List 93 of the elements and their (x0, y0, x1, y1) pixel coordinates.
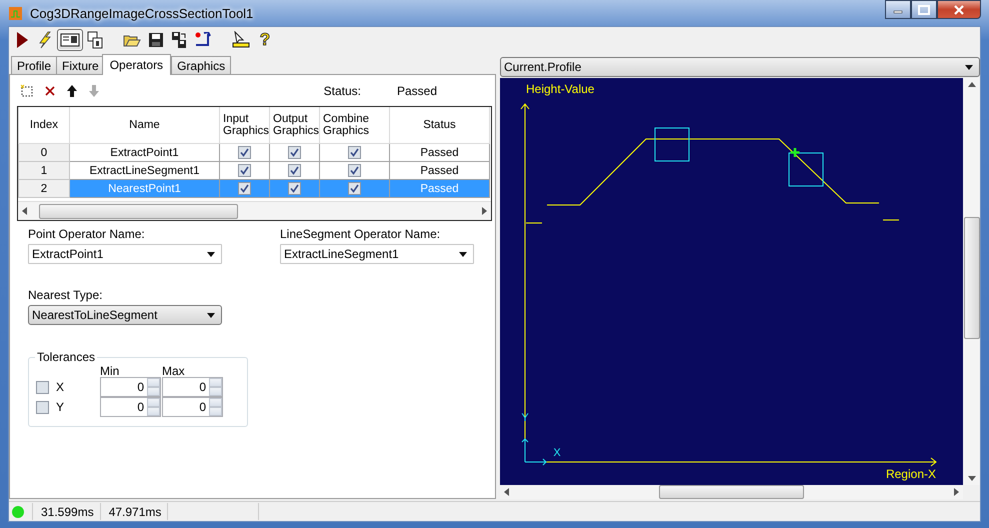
search-region (788, 152, 824, 186)
field-label: LineSegment Operator Name: (280, 227, 442, 242)
window-title: Cog3DRangeImageCrossSectionTool1 (30, 6, 254, 20)
toolbar-button[interactable] (66, 84, 78, 98)
checkbox-label: Y (56, 400, 64, 414)
column-header[interactable]: Status (390, 107, 490, 144)
checkbox-label: X (56, 380, 64, 394)
column-header[interactable]: Index (18, 107, 70, 144)
number-field[interactable]: 0 (100, 377, 161, 397)
window-icon (60, 33, 80, 47)
scroll-down-icon[interactable] (968, 476, 976, 481)
run-icon (15, 31, 29, 49)
maximize-button[interactable] (911, 0, 937, 19)
floppy-pair-icon (171, 31, 187, 49)
checkbox[interactable] (238, 164, 251, 177)
dropdown[interactable]: NearestToLineSegment (28, 305, 222, 325)
dropdown[interactable]: ExtractPoint1 (28, 244, 222, 264)
windows-icon (87, 31, 103, 49)
checkbox[interactable] (36, 380, 49, 394)
scroll-left-icon[interactable] (504, 488, 509, 496)
number-field[interactable]: 0 (162, 377, 223, 397)
table-row[interactable]: 0 ExtractPoint1 Passed (18, 144, 490, 162)
app-icon (8, 5, 24, 21)
checkbox[interactable] (36, 400, 49, 414)
close-icon (953, 4, 965, 14)
tab[interactable]: Profile (11, 56, 58, 74)
origin-axes (522, 438, 547, 466)
close-button[interactable] (937, 0, 981, 19)
horizontal-scrollbar[interactable] (500, 485, 963, 499)
checkbox[interactable] (288, 164, 301, 177)
timing-text: 47.971ms (100, 503, 168, 520)
checkbox[interactable] (238, 146, 251, 159)
column-label: Min (100, 364, 120, 377)
vertical-scrollbar[interactable] (963, 78, 980, 485)
toolbar-button[interactable] (57, 29, 83, 51)
nearest-point-marker (789, 146, 801, 158)
delete-icon (44, 85, 56, 97)
toolbar-button[interactable] (44, 85, 56, 97)
column-header[interactable]: Input Graphics (220, 107, 270, 144)
axis-label: X (553, 447, 561, 459)
table-cell: ExtractPoint1 (70, 144, 220, 162)
search-region (654, 128, 690, 162)
group-title: Tolerances (35, 350, 98, 364)
checkbox[interactable] (288, 182, 301, 195)
column-header[interactable]: Combine Graphics (320, 107, 390, 144)
column-header[interactable]: Name (70, 107, 220, 144)
scroll-up-icon[interactable] (968, 82, 976, 87)
row-index: 1 (18, 162, 70, 180)
number-field[interactable]: 0 (162, 397, 223, 417)
table-cell: NearestPoint1 (70, 180, 220, 198)
caret-icon (207, 252, 215, 256)
row-index: 0 (18, 144, 70, 162)
status-value: Passed (396, 84, 437, 98)
caret-icon (965, 64, 973, 70)
field-label: Nearest Type: (28, 288, 104, 303)
new-item-icon (20, 84, 34, 98)
axis-label: Height-Value (526, 82, 594, 96)
column-header[interactable]: Output Graphics (270, 107, 320, 144)
row-index: 2 (18, 180, 70, 198)
checkbox[interactable] (238, 182, 251, 195)
checkbox[interactable] (348, 182, 361, 195)
table-cell: Passed (390, 180, 490, 198)
table-cell: Passed (390, 144, 490, 162)
caret-icon (207, 312, 215, 318)
status-label: Status: (324, 84, 361, 98)
scroll-right-icon[interactable] (954, 488, 959, 496)
axis-label: Region-X (886, 467, 936, 481)
down-arrow-icon (88, 84, 100, 98)
tab[interactable]: Graphics (171, 56, 232, 74)
toolbar-button[interactable] (20, 84, 34, 98)
up-arrow-icon (66, 84, 78, 98)
horizontal-scrollbar[interactable] (18, 201, 491, 220)
caret-icon (459, 252, 467, 256)
field-label: Point Operator Name: (28, 227, 146, 242)
scroll-right-icon[interactable] (482, 207, 487, 215)
return-arrow-icon (194, 32, 212, 48)
checkbox[interactable] (288, 146, 301, 159)
ruler-pointer-icon (232, 31, 250, 49)
minimize-button[interactable] (885, 0, 911, 19)
floppy-icon (148, 32, 164, 48)
checkbox[interactable] (348, 146, 361, 159)
tab[interactable]: Operators (102, 54, 172, 75)
checkbox[interactable] (348, 164, 361, 177)
maximize-icon (918, 4, 930, 14)
column-label: Max (162, 364, 186, 377)
tab[interactable]: Fixture (56, 56, 105, 74)
number-field[interactable]: 0 (100, 397, 161, 417)
dropdown[interactable]: Current.Profile (500, 57, 980, 77)
scroll-left-icon[interactable] (22, 207, 27, 215)
timing-text: 31.599ms (33, 503, 101, 520)
table-row[interactable]: 2 NearestPoint1 Passed (18, 180, 490, 198)
dropdown[interactable]: ExtractLineSegment1 (280, 244, 474, 264)
lightning-icon (37, 31, 53, 49)
